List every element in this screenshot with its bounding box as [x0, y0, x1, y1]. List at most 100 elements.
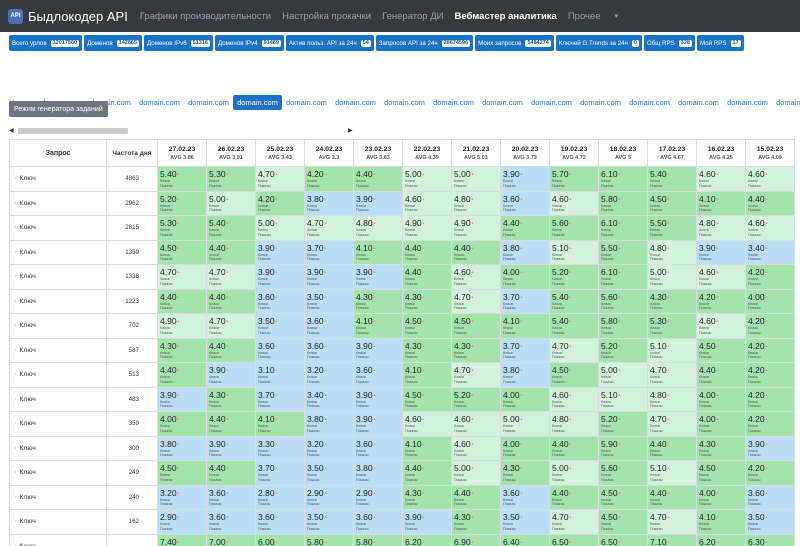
- position-cell[interactable]: 4.70▴ Клики Показы: [549, 337, 599, 363]
- position-cell[interactable]: 4.20▴ Клики Показы: [745, 362, 795, 388]
- position-cell[interactable]: 4.60▴ Клики Показы: [549, 190, 599, 216]
- position-cell[interactable]: 3.90▴ Клики Показы: [353, 190, 403, 216]
- position-cell[interactable]: 5.30▴ Клики Показы: [647, 313, 697, 339]
- position-cell[interactable]: 2.80▴ Клики Показы: [255, 484, 305, 510]
- position-cell[interactable]: 3.30▴ Клики Показы: [255, 435, 305, 461]
- position-cell[interactable]: 4.30▴ Клики Показы: [451, 509, 501, 535]
- position-cell[interactable]: 5.00▴ Клики Показы: [451, 460, 501, 486]
- query-column-header[interactable]: Запрос: [9, 139, 107, 167]
- date-column-header[interactable]: 23.02.23 AVG 3.63: [353, 139, 403, 167]
- position-cell[interactable]: 3.60▴ Клики Показы: [255, 337, 305, 363]
- date-column-header[interactable]: 20.02.23 AVG 3.73: [500, 139, 550, 167]
- chevron-down-icon[interactable]: ▾: [615, 12, 619, 20]
- position-cell[interactable]: 5.30▴ Клики Показы: [206, 166, 256, 192]
- date-column-header[interactable]: 17.02.23 AVG 4.67: [647, 139, 697, 167]
- query-cell[interactable]: •Ключ: [9, 190, 107, 216]
- date-column-header[interactable]: 15.02.23 AVG 4.09: [745, 139, 795, 167]
- position-cell[interactable]: 4.10▴ Клики Показы: [402, 435, 452, 461]
- position-cell[interactable]: 6.00▴КликиПоказы: [255, 533, 305, 546]
- position-cell[interactable]: 2.90▴ Клики Показы: [157, 509, 207, 535]
- position-cell[interactable]: 3.60▴ Клики Показы: [206, 509, 256, 535]
- position-cell[interactable]: 3.90▴ Клики Показы: [696, 239, 746, 265]
- domain-page-link[interactable]: domain.com: [135, 95, 184, 110]
- query-cell[interactable]: •Ключ: [9, 435, 107, 461]
- date-column-header[interactable]: 26.02.23 AVG 3.91: [206, 139, 256, 167]
- stat-button[interactable]: Ключей G.Trends за 24ч 0: [555, 35, 642, 51]
- position-cell[interactable]: 6.30▴КликиПоказы: [745, 533, 795, 546]
- domain-page-link[interactable]: domain.com: [331, 95, 380, 110]
- generator-mode-button[interactable]: Режим генератора заданий: [9, 101, 108, 117]
- position-cell[interactable]: 4.20▴ Клики Показы: [304, 166, 354, 192]
- position-cell[interactable]: 4.00▴ Клики Показы: [696, 411, 746, 437]
- position-cell[interactable]: 3.80▴ Клики Показы: [500, 362, 550, 388]
- position-cell[interactable]: 6.20▴КликиПоказы: [696, 533, 746, 546]
- position-cell[interactable]: 4.60▴ Клики Показы: [549, 386, 599, 412]
- position-cell[interactable]: 5.50▴ Клики Показы: [647, 215, 697, 241]
- position-cell[interactable]: 5.00▴ Клики Показы: [549, 460, 599, 486]
- position-cell[interactable]: 3.60▴ Клики Показы: [255, 509, 305, 535]
- position-cell[interactable]: 5.00▴ Клики Показы: [206, 190, 256, 216]
- domain-page-link[interactable]: domain.com: [184, 95, 233, 110]
- position-cell[interactable]: 4.40▴ Клики Показы: [157, 362, 207, 388]
- domain-page-link[interactable]: domain.com: [674, 95, 723, 110]
- position-cell[interactable]: 6.40▴КликиПоказы: [500, 533, 550, 546]
- position-cell[interactable]: 4.50▴ Клики Показы: [402, 386, 452, 412]
- position-cell[interactable]: 4.30▴ Клики Показы: [500, 460, 550, 486]
- domain-page-link[interactable]: domain.com: [233, 94, 282, 110]
- date-column-header[interactable]: 22.02.23 AVG 4.39: [402, 139, 452, 167]
- position-cell[interactable]: 4.40▴ Клики Показы: [206, 239, 256, 265]
- position-cell[interactable]: 4.70▴ Клики Показы: [549, 509, 599, 535]
- position-cell[interactable]: 4.80▴ Клики Показы: [549, 411, 599, 437]
- position-cell[interactable]: 5.40▴ Клики Показы: [647, 166, 697, 192]
- position-cell[interactable]: 5.60▴ Клики Показы: [598, 288, 648, 314]
- position-cell[interactable]: 4.80▴ Клики Показы: [451, 190, 501, 216]
- position-cell[interactable]: 7.40▴КликиПоказы: [157, 533, 207, 546]
- position-cell[interactable]: 3.40▴ Клики Показы: [304, 386, 354, 412]
- nav-link-4[interactable]: Прочее: [568, 11, 601, 22]
- position-cell[interactable]: 5.20▴ Клики Показы: [157, 190, 207, 216]
- nav-link-0[interactable]: Графики производительности: [140, 11, 271, 22]
- nav-link-2[interactable]: Генератор ДИ: [382, 11, 443, 22]
- position-cell[interactable]: 3.20▴ Клики Показы: [304, 435, 354, 461]
- stat-button[interactable]: Актив польз. API за 24ч 54: [285, 35, 374, 51]
- position-cell[interactable]: 5.00▴ Клики Показы: [598, 362, 648, 388]
- date-column-header[interactable]: 21.02.23 AVG 5.03: [451, 139, 501, 167]
- position-cell[interactable]: 5.30▴ Клики Показы: [157, 215, 207, 241]
- date-column-header[interactable]: 27.02.23 AVG 3.86: [157, 139, 207, 167]
- position-cell[interactable]: 5.60▴ Клики Показы: [598, 460, 648, 486]
- position-cell[interactable]: 4.30▴ Клики Показы: [696, 435, 746, 461]
- position-cell[interactable]: 4.90▴ Клики Показы: [157, 313, 207, 339]
- position-cell[interactable]: 6.10▴ Клики Показы: [598, 166, 648, 192]
- domain-page-link[interactable]: domain.com: [282, 95, 331, 110]
- position-cell[interactable]: 4.70▴ Клики Показы: [206, 264, 256, 290]
- position-cell[interactable]: 4.70▴ Клики Показы: [304, 215, 354, 241]
- position-cell[interactable]: 3.60▴ Клики Показы: [745, 484, 795, 510]
- position-cell[interactable]: 4.30▴ Клики Показы: [451, 337, 501, 363]
- position-cell[interactable]: 4.50▴ Клики Показы: [696, 460, 746, 486]
- position-cell[interactable]: 4.50▴ Клики Показы: [549, 362, 599, 388]
- position-cell[interactable]: 3.10▴ Клики Показы: [255, 362, 305, 388]
- position-cell[interactable]: 4.00▴ Клики Показы: [696, 386, 746, 412]
- position-cell[interactable]: 5.10▴ Клики Показы: [598, 386, 648, 412]
- position-cell[interactable]: 4.20▴ Клики Показы: [745, 313, 795, 339]
- position-cell[interactable]: 4.70▴ Клики Показы: [451, 362, 501, 388]
- scroll-thumb[interactable]: [18, 127, 128, 134]
- position-cell[interactable]: 4.40▴ Клики Показы: [402, 460, 452, 486]
- position-cell[interactable]: 5.10▴ Клики Показы: [549, 239, 599, 265]
- position-cell[interactable]: 4.60▴ Клики Показы: [402, 190, 452, 216]
- position-cell[interactable]: 4.60▴ Клики Показы: [402, 411, 452, 437]
- position-cell[interactable]: 3.90▴ Клики Показы: [353, 386, 403, 412]
- position-cell[interactable]: 4.30▴ Клики Показы: [647, 288, 697, 314]
- position-cell[interactable]: 4.80▴ Клики Показы: [696, 215, 746, 241]
- stat-button[interactable]: Мой RPS 17: [696, 35, 744, 51]
- query-cell[interactable]: •Ключ: [9, 411, 107, 437]
- position-cell[interactable]: 3.70▴ Клики Показы: [255, 386, 305, 412]
- position-cell[interactable]: 5.10▴ Клики Показы: [647, 337, 697, 363]
- position-cell[interactable]: 4.60▴ Клики Показы: [745, 166, 795, 192]
- position-cell[interactable]: 4.70▴ Клики Показы: [451, 288, 501, 314]
- position-cell[interactable]: 4.50▴ Клики Показы: [402, 313, 452, 339]
- position-cell[interactable]: 3.90▴ Клики Показы: [745, 435, 795, 461]
- position-cell[interactable]: 3.60▴ Клики Показы: [353, 435, 403, 461]
- date-column-header[interactable]: 18.02.23 AVG 5: [598, 139, 648, 167]
- position-cell[interactable]: 3.60▴ Клики Показы: [304, 313, 354, 339]
